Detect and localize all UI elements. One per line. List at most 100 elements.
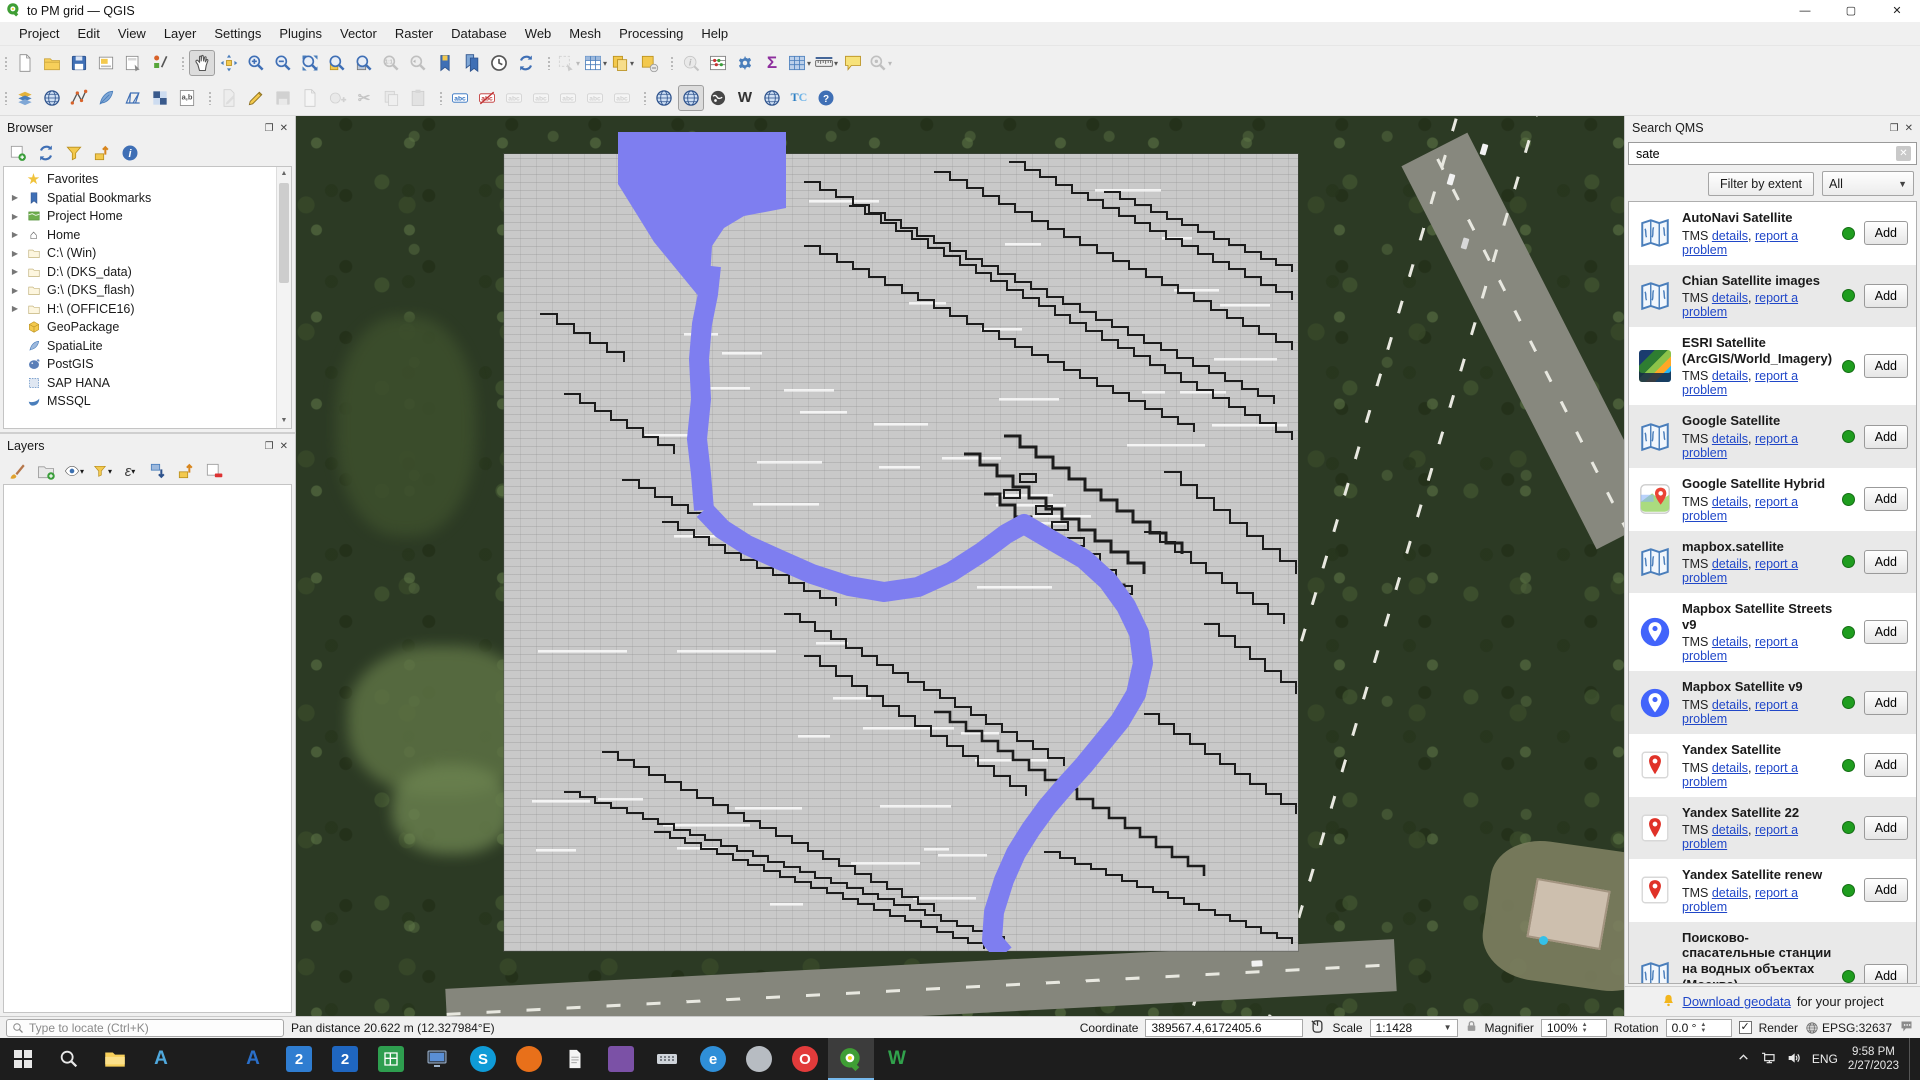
zoom-out-button[interactable] xyxy=(270,50,296,76)
browser-item-sap-hana[interactable]: SAP HANA xyxy=(4,374,291,393)
details-link[interactable]: details xyxy=(1712,557,1748,571)
refresh-map-button[interactable] xyxy=(513,50,539,76)
pan-to-selection-button[interactable] xyxy=(216,50,242,76)
document-app-icon[interactable] xyxy=(552,1038,598,1080)
copy-features-2-button[interactable] xyxy=(378,85,404,111)
browser-scrollbar[interactable]: ▲▼ xyxy=(276,167,291,428)
show-desktop-button[interactable] xyxy=(1909,1038,1914,1080)
zoom-in-button[interactable] xyxy=(243,50,269,76)
browser-item-spatial-bookmarks[interactable]: ▶Spatial Bookmarks xyxy=(4,189,291,208)
add-service-button[interactable]: Add xyxy=(1864,691,1908,715)
save-edits-button[interactable] xyxy=(270,85,296,111)
taskbar-clock[interactable]: 9:58 PM2/27/2023 xyxy=(1848,1045,1899,1073)
browser-item-h-office16-[interactable]: ▶H:\ (OFFICE16) xyxy=(4,300,291,319)
qgis-taskbar-icon[interactable] xyxy=(828,1038,874,1080)
browser-item-d-dks-data-[interactable]: ▶D:\ (DKS_data) xyxy=(4,263,291,282)
translate-tc-button[interactable]: TC xyxy=(786,85,812,111)
menu-vector[interactable]: Vector xyxy=(331,23,386,44)
quickmapservices-button[interactable] xyxy=(651,85,677,111)
remove-layer-button[interactable] xyxy=(204,461,224,481)
add-service-button[interactable]: Add xyxy=(1864,284,1908,308)
help-button[interactable]: ? xyxy=(813,85,839,111)
skype-icon[interactable]: S xyxy=(460,1038,506,1080)
qms-search-input[interactable] xyxy=(1634,146,1896,162)
app-a-lightblue-icon[interactable]: A xyxy=(138,1038,184,1080)
add-service-button[interactable]: Add xyxy=(1864,221,1908,245)
menu-project[interactable]: Project xyxy=(10,23,68,44)
details-link[interactable]: details xyxy=(1712,432,1748,446)
add-service-button[interactable]: Add xyxy=(1864,753,1908,777)
select-features-button[interactable]: ▾ xyxy=(555,50,581,76)
browser-item-home[interactable]: ▶⌂Home xyxy=(4,226,291,245)
properties-widget-button[interactable]: i xyxy=(120,143,140,163)
label-change-button[interactable]: abc xyxy=(609,85,635,111)
browser-item-postgis[interactable]: PostGIS xyxy=(4,355,291,374)
browser-orange-icon[interactable] xyxy=(506,1038,552,1080)
menu-mesh[interactable]: Mesh xyxy=(560,23,610,44)
add-service-button[interactable]: Add xyxy=(1864,354,1908,378)
statistical-summary-button[interactable]: Σ xyxy=(759,50,785,76)
menu-view[interactable]: View xyxy=(109,23,155,44)
filter-browser-button[interactable] xyxy=(64,143,84,163)
details-link[interactable]: details xyxy=(1712,698,1748,712)
maximize-button[interactable]: ▢ xyxy=(1828,0,1874,22)
expand-all-layers-button[interactable] xyxy=(148,461,168,481)
manage-map-themes-button[interactable]: ▾ xyxy=(64,461,84,481)
details-link[interactable]: details xyxy=(1712,291,1748,305)
start-button[interactable] xyxy=(0,1038,46,1080)
open-layer-styling-button[interactable] xyxy=(8,461,28,481)
browser-item-favorites[interactable]: ★Favorites xyxy=(4,170,291,189)
add-delimited-text-button[interactable]: a,b xyxy=(174,85,200,111)
filter-legend-button[interactable]: ▾ xyxy=(92,461,112,481)
wps-office-icon[interactable]: W xyxy=(874,1038,920,1080)
app-map-tile-1-icon[interactable]: 2 xyxy=(276,1038,322,1080)
render-checkbox[interactable]: ✓ xyxy=(1739,1021,1752,1034)
volume-tray-icon[interactable] xyxy=(1786,1050,1802,1069)
add-service-button[interactable]: Add xyxy=(1864,816,1908,840)
paste-features-button[interactable] xyxy=(405,85,431,111)
copy-features-button[interactable]: ▾ xyxy=(609,50,635,76)
scale-combo[interactable]: 1:1428▼ xyxy=(1370,1019,1458,1037)
hidden-icons-chevron[interactable] xyxy=(1737,1051,1750,1067)
browser-item-spatialite[interactable]: SpatiaLite xyxy=(4,337,291,356)
layer-no-labels-button[interactable]: abc xyxy=(474,85,500,111)
opera-browser-icon[interactable]: O xyxy=(782,1038,828,1080)
minimize-button[interactable]: — xyxy=(1782,0,1828,22)
app-a-blue-icon[interactable]: A xyxy=(230,1038,276,1080)
add-group-button[interactable] xyxy=(36,461,56,481)
language-indicator[interactable]: ENG xyxy=(1812,1052,1838,1066)
pan-map-button[interactable] xyxy=(189,50,215,76)
keyboard-app-icon[interactable] xyxy=(644,1038,690,1080)
menu-settings[interactable]: Settings xyxy=(205,23,270,44)
show-layout-manager-button[interactable] xyxy=(120,50,146,76)
menu-plugins[interactable]: Plugins xyxy=(270,23,331,44)
identify-features-button[interactable]: i xyxy=(678,50,704,76)
app-monitor-icon[interactable] xyxy=(414,1038,460,1080)
map-canvas[interactable] xyxy=(296,116,1624,1016)
new-project-button[interactable] xyxy=(12,50,38,76)
details-link[interactable]: details xyxy=(1712,761,1748,775)
details-link[interactable]: details xyxy=(1712,495,1748,509)
zoom-to-layer-button[interactable] xyxy=(351,50,377,76)
add-selected-layer-button[interactable] xyxy=(8,143,28,163)
zoom-full-button[interactable] xyxy=(297,50,323,76)
zoom-last-button[interactable] xyxy=(405,50,431,76)
add-vector-layer-button[interactable] xyxy=(66,85,92,111)
details-link[interactable]: details xyxy=(1712,635,1748,649)
browser-item-project-home[interactable]: ▶Project Home xyxy=(4,207,291,226)
new-record-button[interactable] xyxy=(297,85,323,111)
browser-item-g-dks-flash-[interactable]: ▶G:\ (DKS_flash) xyxy=(4,281,291,300)
field-calculator-button[interactable] xyxy=(705,50,731,76)
app-map-tile-2-icon[interactable]: 2 xyxy=(322,1038,368,1080)
attribute-table-button[interactable]: ▾ xyxy=(786,50,812,76)
app-purple-icon[interactable] xyxy=(598,1038,644,1080)
label-highlight-button[interactable]: abc xyxy=(528,85,554,111)
menu-raster[interactable]: Raster xyxy=(386,23,442,44)
messages-icon[interactable] xyxy=(1899,1019,1914,1037)
geocoding-globe-button[interactable] xyxy=(759,85,785,111)
coordinate-input[interactable]: 389567.4,6172405.6 xyxy=(1145,1019,1303,1037)
add-mesh-layer-button[interactable] xyxy=(120,85,146,111)
app-gray-circle-icon[interactable] xyxy=(736,1038,782,1080)
label-move-button[interactable]: abc xyxy=(555,85,581,111)
download-geodata-link[interactable]: Download geodata xyxy=(1682,994,1790,1009)
